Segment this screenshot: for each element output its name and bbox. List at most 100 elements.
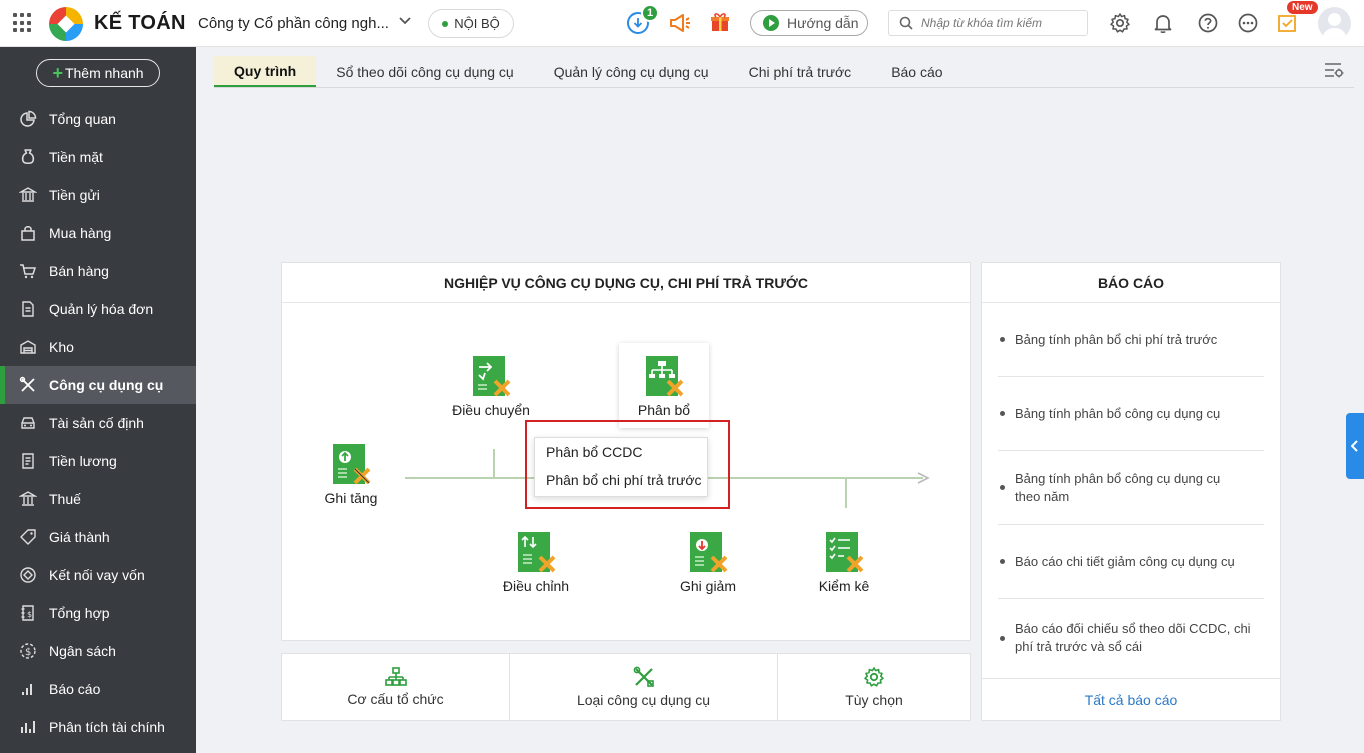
tools-icon xyxy=(633,666,654,687)
sidebar-item-label: Báo cáo xyxy=(49,681,101,697)
tab-process[interactable]: Quy trình xyxy=(214,56,317,88)
new-badge: New xyxy=(1287,1,1318,14)
sidebar-item-overview[interactable]: Tổng quan xyxy=(0,100,196,138)
sidebar-item-invoice[interactable]: Quản lý hóa đơn xyxy=(0,290,196,328)
cart-icon xyxy=(19,262,37,280)
plus-icon: + xyxy=(52,63,63,83)
search-input[interactable] xyxy=(921,16,1081,30)
company-selector[interactable]: Công ty Cổ phần công ngh... xyxy=(198,15,389,32)
sidebar-item-cash[interactable]: Tiền mặt xyxy=(0,138,196,176)
tax-building-icon xyxy=(19,490,37,508)
flow-line-transfer xyxy=(493,449,495,478)
node-label: Điều chỉnh xyxy=(502,578,570,594)
bullet-icon xyxy=(1000,635,1005,641)
warehouse-icon xyxy=(19,338,37,356)
news-icon[interactable] xyxy=(1275,11,1299,35)
tab-tool-management[interactable]: Quản lý công cụ dụng cụ xyxy=(534,56,729,88)
sidebar: + Thêm nhanh Tổng quan Tiền mặt Tiền gửi… xyxy=(0,47,196,753)
report-title: BÁO CÁO xyxy=(982,263,1280,303)
gear-icon[interactable] xyxy=(1108,11,1132,35)
report-item[interactable]: Báo cáo chi tiết giảm công cụ dụng cụ xyxy=(998,525,1264,599)
sidebar-item-general[interactable]: $ Tổng hợp xyxy=(0,594,196,632)
loan-link-icon xyxy=(19,566,37,584)
chevron-left-icon xyxy=(1351,440,1358,452)
node-increase[interactable]: Ghi tăng xyxy=(313,443,389,506)
sidebar-item-cost[interactable]: Giá thành xyxy=(0,518,196,556)
sidebar-item-label: Mua hàng xyxy=(49,225,112,241)
price-tag-icon xyxy=(19,528,37,546)
sidebar-item-sales[interactable]: Bán hàng xyxy=(0,252,196,290)
panel-collapse-handle[interactable] xyxy=(1346,413,1364,479)
guide-button[interactable]: Hướng dẫn xyxy=(750,10,868,36)
bell-icon[interactable] xyxy=(1151,11,1175,35)
gear-icon xyxy=(864,667,884,687)
node-label: Kiểm kê xyxy=(818,578,870,594)
megaphone-icon[interactable] xyxy=(668,12,692,34)
quick-add-button[interactable]: + Thêm nhanh xyxy=(36,59,160,87)
node-label: Ghi tăng xyxy=(324,490,378,506)
sidebar-item-tax[interactable]: Thuế xyxy=(0,480,196,518)
chevron-down-icon[interactable] xyxy=(398,14,412,31)
tab-tool-ledger[interactable]: Sổ theo dõi công cụ dụng cụ xyxy=(316,56,533,88)
tool-type-shortcut[interactable]: Loại công cụ dụng cụ xyxy=(510,653,777,721)
node-label: Điều chuyển xyxy=(452,402,530,418)
report-item[interactable]: Bảng tính phân bổ công cụ dụng cụ xyxy=(998,377,1264,451)
sidebar-item-label: Giá thành xyxy=(49,529,110,545)
allocate-doc-icon xyxy=(644,355,684,399)
more-icon[interactable] xyxy=(1236,11,1260,35)
sidebar-item-financial-analysis[interactable]: Phân tích tài chính xyxy=(0,708,196,746)
apps-grid-icon[interactable] xyxy=(13,13,33,33)
org-structure-shortcut[interactable]: Cơ cấu tổ chức xyxy=(282,653,509,721)
report-item[interactable]: Bảng tính phân bổ công cụ dụng cụ theo n… xyxy=(998,451,1264,525)
highlight-frame xyxy=(525,420,730,509)
sidebar-item-label: Kho xyxy=(49,339,74,355)
bullet-icon xyxy=(1000,337,1005,342)
tab-prepaid-expense[interactable]: Chi phí trả trước xyxy=(729,56,872,88)
sidebar-item-fixed-assets[interactable]: Tài sản cố định xyxy=(0,404,196,442)
settings-list-icon[interactable] xyxy=(1323,60,1345,80)
avatar[interactable] xyxy=(1318,7,1351,40)
shopping-bag-icon xyxy=(19,224,37,242)
gift-icon[interactable] xyxy=(709,11,731,33)
sidebar-item-label: Thuế xyxy=(49,491,81,507)
sidebar-item-purchase[interactable]: Mua hàng xyxy=(0,214,196,252)
sidebar-item-loan[interactable]: Kết nối vay vốn xyxy=(0,556,196,594)
report-item[interactable]: Báo cáo đối chiếu sổ theo dõi CCDC, chi … xyxy=(998,599,1264,677)
car-icon xyxy=(19,414,37,432)
bullet-icon xyxy=(1000,485,1005,490)
bullet-icon xyxy=(1000,411,1005,416)
report-item[interactable]: Bảng tính phân bổ chi phí trả trước xyxy=(998,303,1264,377)
node-transfer[interactable]: Điều chuyển xyxy=(448,355,534,418)
sidebar-item-deposit[interactable]: Tiền gửi xyxy=(0,176,196,214)
flow-arrow-icon xyxy=(917,472,930,484)
search-icon xyxy=(899,16,913,30)
sidebar-item-warehouse[interactable]: Kho xyxy=(0,328,196,366)
invoice-icon xyxy=(19,300,37,318)
help-icon[interactable] xyxy=(1196,11,1220,35)
sidebar-item-tools[interactable]: Công cụ dụng cụ xyxy=(0,366,196,404)
scope-badge[interactable]: NỘI BỘ xyxy=(428,9,514,38)
decrease-doc-icon xyxy=(688,531,728,575)
all-reports-link[interactable]: Tất cả báo cáo xyxy=(982,678,1280,720)
options-shortcut[interactable]: Tùy chọn xyxy=(778,653,970,721)
node-inventory[interactable]: Kiểm kê xyxy=(806,531,882,594)
sidebar-item-budget[interactable]: $ Ngân sách xyxy=(0,632,196,670)
search-box[interactable] xyxy=(888,10,1088,36)
transfer-doc-icon xyxy=(471,355,511,399)
sidebar-item-label: Tiền lương xyxy=(49,453,117,469)
sidebar-item-label: Phân tích tài chính xyxy=(49,719,165,735)
tab-report[interactable]: Báo cáo xyxy=(871,56,962,88)
shortcut-label: Tùy chọn xyxy=(845,692,903,708)
sidebar-item-label: Công cụ dụng cụ xyxy=(49,377,164,393)
node-decrease[interactable]: Ghi giảm xyxy=(670,531,746,594)
sidebar-item-report[interactable]: Báo cáo xyxy=(0,670,196,708)
sidebar-item-payroll[interactable]: Tiền lương xyxy=(0,442,196,480)
guide-label: Hướng dẫn xyxy=(787,15,859,31)
status-dot-icon xyxy=(442,20,449,27)
node-adjust[interactable]: Điều chỉnh xyxy=(496,531,576,594)
sidebar-item-label: Tổng quan xyxy=(49,111,116,127)
top-bar: KẾ TOÁN Công ty Cổ phần công ngh... NỘI … xyxy=(0,0,1364,47)
node-allocate[interactable]: Phân bổ xyxy=(619,343,709,428)
svg-text:$: $ xyxy=(25,647,31,658)
app-logo[interactable] xyxy=(49,7,83,41)
